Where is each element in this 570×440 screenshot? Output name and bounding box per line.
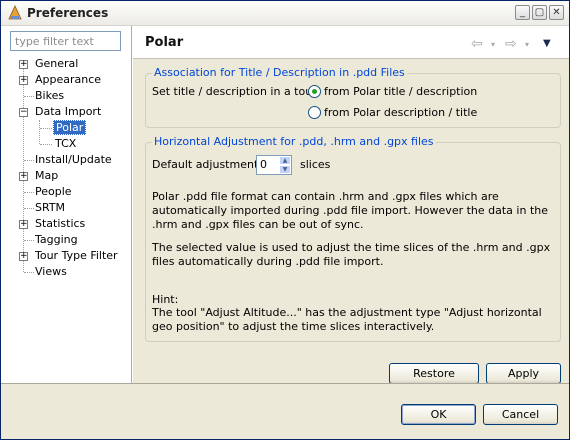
ok-button[interactable]: OK <box>401 404 476 425</box>
window-title: Preferences <box>27 6 109 20</box>
forward-arrow-icon[interactable]: ⇨ <box>505 36 517 52</box>
back-dropdown-icon[interactable]: ▾ <box>491 40 495 49</box>
radio-selected-dot <box>312 89 317 94</box>
tree-branch-line <box>24 240 34 241</box>
tree-branch-line <box>24 272 34 273</box>
tree-branch-line <box>24 192 34 193</box>
tree-item-general[interactable]: General <box>35 56 78 72</box>
adjustment-value[interactable]: 0 <box>260 158 267 171</box>
spin-up-icon[interactable]: ▲ <box>279 156 291 165</box>
adjustment-description: The selected value is used to adjust the… <box>152 241 551 268</box>
radio-title-description[interactable] <box>308 85 321 98</box>
pdd-sync-description: Polar .pdd file format can contain .hrm … <box>152 190 548 231</box>
radio-description-title-label[interactable]: from Polar description / title <box>324 106 477 119</box>
restore-defaults-button[interactable]: Restore Defaults <box>389 363 479 399</box>
expand-map-icon[interactable]: + <box>19 172 28 181</box>
title-bar[interactable]: Preferences _ ▢ ✕ <box>1 1 569 26</box>
tree-item-appearance[interactable]: Appearance <box>35 72 101 88</box>
preferences-tree-pane: + General + Appearance Bikes − Data Impo… <box>1 26 132 383</box>
preferences-window: Preferences _ ▢ ✕ + General + Appearance… <box>0 0 570 440</box>
tree-branch-line <box>24 96 34 97</box>
group-label: Association for Title / Description in .… <box>152 66 407 79</box>
title-description-group: Association for Title / Description in .… <box>145 66 561 128</box>
tree-item-polar[interactable]: Polar <box>53 120 87 136</box>
title-description-label: Set title / description in a tour <box>152 85 317 98</box>
tree-item-tagging[interactable]: Tagging <box>35 232 78 248</box>
adjustment-spinner[interactable]: 0 ▲ ▼ <box>256 155 292 175</box>
cancel-button[interactable]: Cancel <box>483 404 558 425</box>
tree-item-data-import[interactable]: Data Import <box>35 104 101 120</box>
tree-item-views[interactable]: Views <box>35 264 67 280</box>
hint-text: The tool "Adjust Altitude..." has the ad… <box>152 306 542 333</box>
tree-item-people[interactable]: People <box>35 184 72 200</box>
tree-branch-line <box>40 128 52 129</box>
close-button[interactable]: ✕ <box>549 5 564 20</box>
minimize-button[interactable]: _ <box>515 5 530 20</box>
tree-item-map[interactable]: Map <box>35 168 58 184</box>
expand-statistics-icon[interactable]: + <box>19 220 28 229</box>
tree-item-install-update[interactable]: Install/Update <box>35 152 112 168</box>
eclipse-icon <box>8 5 22 20</box>
default-adjustment-label: Default adjustment: <box>152 158 262 171</box>
expand-tour-type-filter-icon[interactable]: + <box>19 252 28 261</box>
maximize-button[interactable]: ▢ <box>532 5 547 20</box>
tree-branch-line <box>24 160 34 161</box>
maximize-icon: ▢ <box>534 7 545 18</box>
expand-general-icon[interactable]: + <box>19 60 28 69</box>
expand-appearance-icon[interactable]: + <box>19 76 28 85</box>
tree-item-tcx[interactable]: TCX <box>55 136 76 152</box>
minimize-icon: _ <box>520 7 525 18</box>
radio-description-title[interactable] <box>308 106 321 119</box>
page-header: Polar ⇦ ▾ ⇨ ▾ ▼ <box>133 26 569 59</box>
group-label: Horizontal Adjustment for .pdd, .hrm and… <box>152 135 436 148</box>
dialog-footer: OK Cancel <box>1 383 569 439</box>
spin-down-icon[interactable]: ▼ <box>279 165 291 174</box>
radio-title-description-label[interactable]: from Polar title / description <box>324 85 477 98</box>
collapse-data-import-icon[interactable]: − <box>19 108 28 117</box>
hint-title: Hint: <box>152 293 179 306</box>
tree-item-srtm[interactable]: SRTM <box>35 200 65 216</box>
filter-input[interactable] <box>10 31 121 51</box>
view-menu-icon[interactable]: ▼ <box>543 38 551 49</box>
tree-branch-line <box>40 144 52 145</box>
forward-dropdown-icon[interactable]: ▾ <box>525 40 529 49</box>
apply-button[interactable]: Apply <box>486 363 561 384</box>
tree-branch-line <box>24 208 34 209</box>
tree-item-statistics[interactable]: Statistics <box>35 216 85 232</box>
tree-guide-line <box>39 120 40 144</box>
tree-item-bikes[interactable]: Bikes <box>35 88 64 104</box>
page-title: Polar <box>145 35 184 50</box>
back-arrow-icon[interactable]: ⇦ <box>471 36 483 52</box>
close-icon: ✕ <box>552 7 561 18</box>
adjustment-unit: slices <box>300 158 331 171</box>
tree-item-tour-type-filter[interactable]: Tour Type Filter <box>35 248 118 264</box>
